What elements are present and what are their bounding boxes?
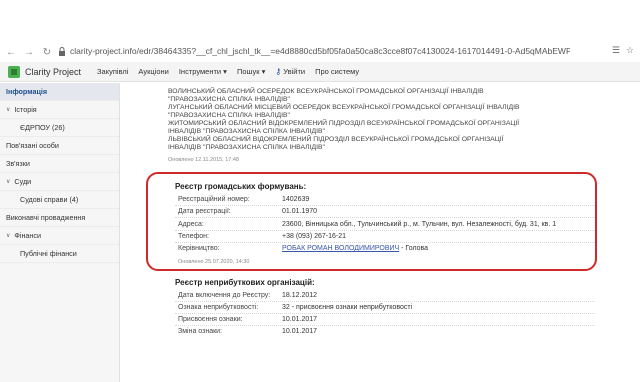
org-line: ЖИТОМИРСЬКИЙ ОБЛАСНИЙ ВІДОКРЕМЛЕНИЙ ПІДР… — [168, 120, 520, 127]
row-value: 10.01.2017 — [282, 316, 318, 323]
app-navbar: Clarity Project Закупівлі Аукціони Інстр… — [0, 62, 640, 82]
org-line: ІНВАЛІДІВ "ПРАВОЗАХИСНА СПІЛКА ІНВАЛІДІВ… — [168, 144, 325, 151]
sidebar-item-enforcement[interactable]: Виконавчі провадження — [0, 209, 119, 227]
app-logo[interactable]: Clarity Project — [8, 65, 82, 78]
row-value: 18.12.2012 — [282, 292, 318, 299]
sidebar-item-label: ЄДРПОУ (26) — [20, 123, 65, 132]
sidebar-item-label: Фінанси — [14, 231, 42, 240]
bookmark-star-icon[interactable]: ☆ — [626, 45, 634, 56]
sidebar-item-courts[interactable]: ∨ Суди — [0, 173, 119, 191]
sidebar-item-label: Публічні фінанси — [20, 249, 77, 258]
sidebar-item-label: Виконавчі провадження — [6, 213, 86, 222]
lock-icon — [59, 47, 65, 56]
chevron-down-icon: ∨ — [6, 233, 11, 239]
nonprofit-row-changed: Зміна ознаки: 10.01.2017 — [178, 328, 317, 335]
nonprofit-row-date: Дата включення до Реєстру: 18.12.2012 — [178, 292, 317, 299]
nonprofit-title: Реєстр неприбуткових організацій: — [175, 278, 315, 287]
forward-icon[interactable]: → — [22, 45, 36, 59]
sidebar-item-edrpou[interactable]: ЄДРПОУ (26) — [0, 119, 119, 137]
sidebar-item-label: Пов'язані особи — [6, 141, 59, 150]
reload-icon[interactable]: ↻ — [40, 45, 54, 59]
nonprofit-row-sign: Ознака неприбутковості: 32 - присвоєння о… — [178, 304, 412, 311]
row-label: Присвоєння ознаки: — [178, 316, 243, 323]
sidebar-item-related-persons[interactable]: Пов'язані особи — [0, 137, 119, 155]
sidebar-item-label: Суди — [14, 177, 32, 186]
sidebar-item-links[interactable]: Зв'язки — [0, 155, 119, 173]
org-line: "ПРАВОЗАХИСНА СПІЛКА ІНВАЛІДІВ" — [168, 96, 290, 103]
chevron-down-icon: ∨ — [6, 107, 11, 113]
highlight-frame — [146, 172, 597, 271]
related-orgs-list: ВОЛИНСЬКИЙ ОБЛАСНИЙ ОСЕРЕДОК ВСЕУКРАЇНСЬ… — [168, 83, 638, 163]
sidebar-item-court-cases[interactable]: Судові справи (4) — [0, 191, 119, 209]
app-title: Clarity Project — [25, 66, 82, 77]
menu-search[interactable]: Пошук ▾ — [237, 67, 265, 76]
nonprofit-row-assigned: Присвоєння ознаки: 10.01.2017 — [178, 316, 317, 323]
key-icon: ⚷ — [275, 67, 282, 76]
org-line: "ПРАВОЗАХИСНА СПІЛКА ІНВАЛІДІВ" — [168, 112, 290, 119]
orgs-updated: Оновлено 12.11.2015, 17:48 — [168, 157, 240, 163]
menu-tools[interactable]: Інструменти ▾ — [179, 67, 227, 76]
row-label: Ознака неприбутковості: — [178, 304, 259, 311]
sidebar-item-label: Судові справи (4) — [20, 195, 79, 204]
sidebar-item-info[interactable]: Інформація — [0, 83, 119, 101]
menu-about[interactable]: Про систему — [315, 67, 359, 76]
menu-auctions[interactable]: Аукціони — [138, 67, 168, 76]
row-label: Зміна ознаки: — [178, 328, 222, 335]
org-line: ЛЬВІВСЬКИЙ ОБЛАСНИЙ ВІДОКРЕМЛЕНИЙ ПІДРОЗ… — [168, 136, 504, 143]
org-line: ІНВАЛІДІВ "ПРАВОЗАХИСНА СПІЛКА ІНВАЛІДІВ… — [168, 128, 325, 135]
login-label: Увійти — [283, 67, 306, 76]
chevron-down-icon: ∨ — [6, 179, 11, 185]
org-line: ВОЛИНСЬКИЙ ОБЛАСНИЙ ОСЕРЕДОК ВСЕУКРАЇНСЬ… — [168, 88, 484, 95]
sidebar-item-label: Інформація — [6, 87, 48, 96]
sidebar-item-label: Зв'язки — [6, 159, 30, 168]
menu-login[interactable]: ⚷ Увійти — [275, 67, 305, 76]
address-bar[interactable]: clarity-project.info/edr/38464335?__cf_c… — [70, 46, 570, 56]
clarity-logo-icon — [8, 65, 20, 78]
back-icon[interactable]: ← — [4, 45, 18, 59]
sidebar-item-history[interactable]: ∨ Історія — [0, 101, 119, 119]
sidebar-item-public-finance[interactable]: Публічні фінанси — [0, 245, 119, 263]
org-line: ЛУГАНСЬКИЙ ОБЛАСНИЙ МІСЦЕВИЙ ОСЕРЕДОК ВС… — [168, 104, 520, 111]
menu-tenders[interactable]: Закупівлі — [97, 67, 128, 76]
row-value: 10.01.2017 — [282, 328, 318, 335]
sidebar-item-label: Історія — [14, 105, 37, 114]
translate-icon[interactable]: ☰ — [612, 45, 620, 56]
row-label: Дата включення до Реєстру: — [178, 292, 271, 299]
browser-toolbar: ← → ↻ clarity-project.info/edr/38464335?… — [0, 42, 640, 62]
row-value: 32 - присвоєння ознаки неприбутковості — [282, 304, 413, 311]
sidebar: Інформація ∨ Історія ЄДРПОУ (26) Пов'язан… — [0, 83, 120, 382]
sidebar-item-finance[interactable]: ∨ Фінанси — [0, 227, 119, 245]
